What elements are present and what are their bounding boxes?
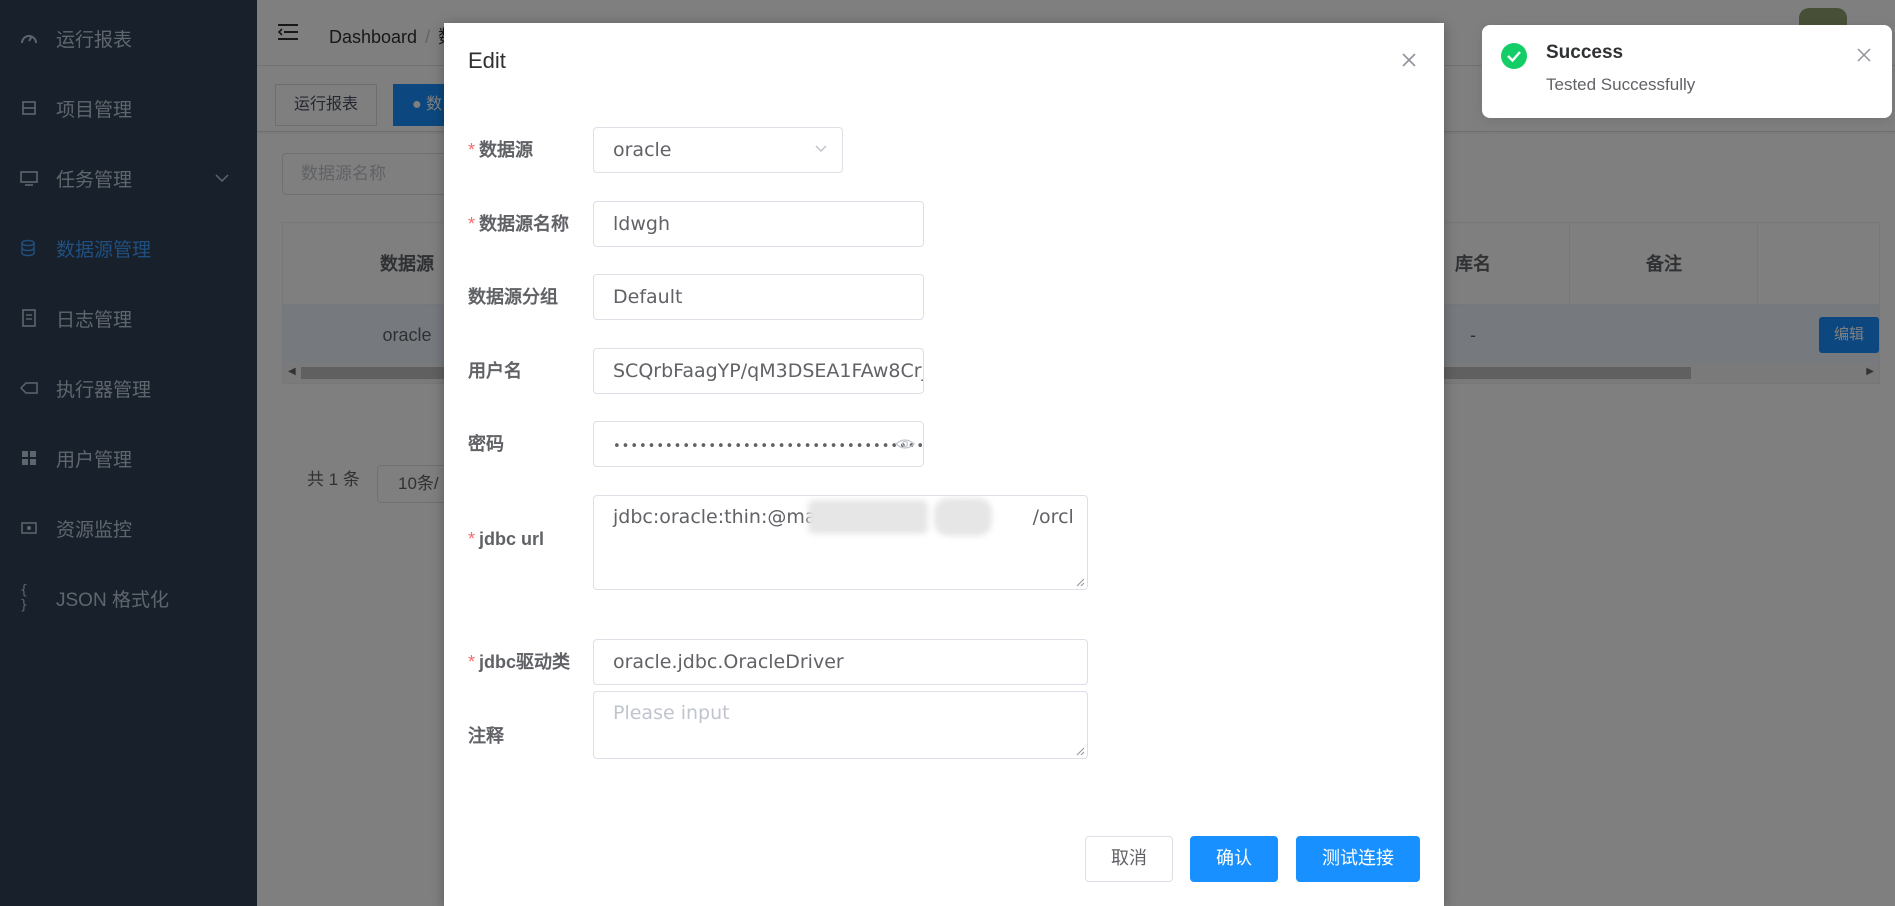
comment-label: 注释 [468,726,504,746]
redaction-blur [934,498,992,536]
datasource-name-label: * 数据源名称 [468,214,570,234]
jdbc-url-suffix: /orcl [1032,506,1074,528]
cancel-button[interactable]: 取消 [1085,836,1173,882]
resize-handle-icon[interactable] [1075,746,1085,756]
datasource-group-label: 数据源分组 [468,287,558,307]
eye-icon[interactable] [895,436,915,452]
test-connection-button[interactable]: 测试连接 [1296,836,1420,882]
chevron-down-icon [815,145,827,153]
username-input[interactable]: SCQrbFaagYP/qM3DSEA1FAw8CrjZ [593,348,924,394]
notification-title: Success [1546,42,1624,63]
password-input[interactable]: •••••••••••••••••••••••••••••••••••••••• [593,421,924,467]
datasource-select[interactable]: oracle [593,127,843,173]
dialog-title: Edit [468,48,506,73]
close-icon[interactable] [1856,47,1872,63]
password-label: 密码 [468,434,504,454]
required-mark: * [468,140,476,160]
jdbc-url-label: * jdbc url [468,529,545,549]
jdbc-driver-label: * jdbc驱动类 [468,652,571,672]
notification-message: Tested Successfully [1546,75,1696,94]
success-notification: Success Tested Successfully [1482,25,1892,118]
edit-dialog: Edit * 数据源 oracle * 数据源名称 ldwgh 数据源分组 Defa… [444,23,1444,906]
datasource-label: * 数据源 [468,140,534,160]
username-label: 用户名 [468,361,522,381]
jdbc-url-textarea[interactable]: jdbc:oracle:thin:@map.h/orcl [593,495,1088,590]
datasource-name-input[interactable]: ldwgh [593,201,924,247]
close-icon[interactable] [1400,51,1418,69]
datasource-group-input[interactable]: Default [593,274,924,320]
confirm-button[interactable]: 确认 [1190,836,1278,882]
redaction-blur [808,500,928,534]
success-check-icon [1501,43,1527,69]
comment-textarea[interactable]: Please input [593,691,1088,759]
jdbc-driver-input[interactable]: oracle.jdbc.OracleDriver [593,639,1088,685]
resize-handle-icon[interactable] [1075,577,1085,587]
